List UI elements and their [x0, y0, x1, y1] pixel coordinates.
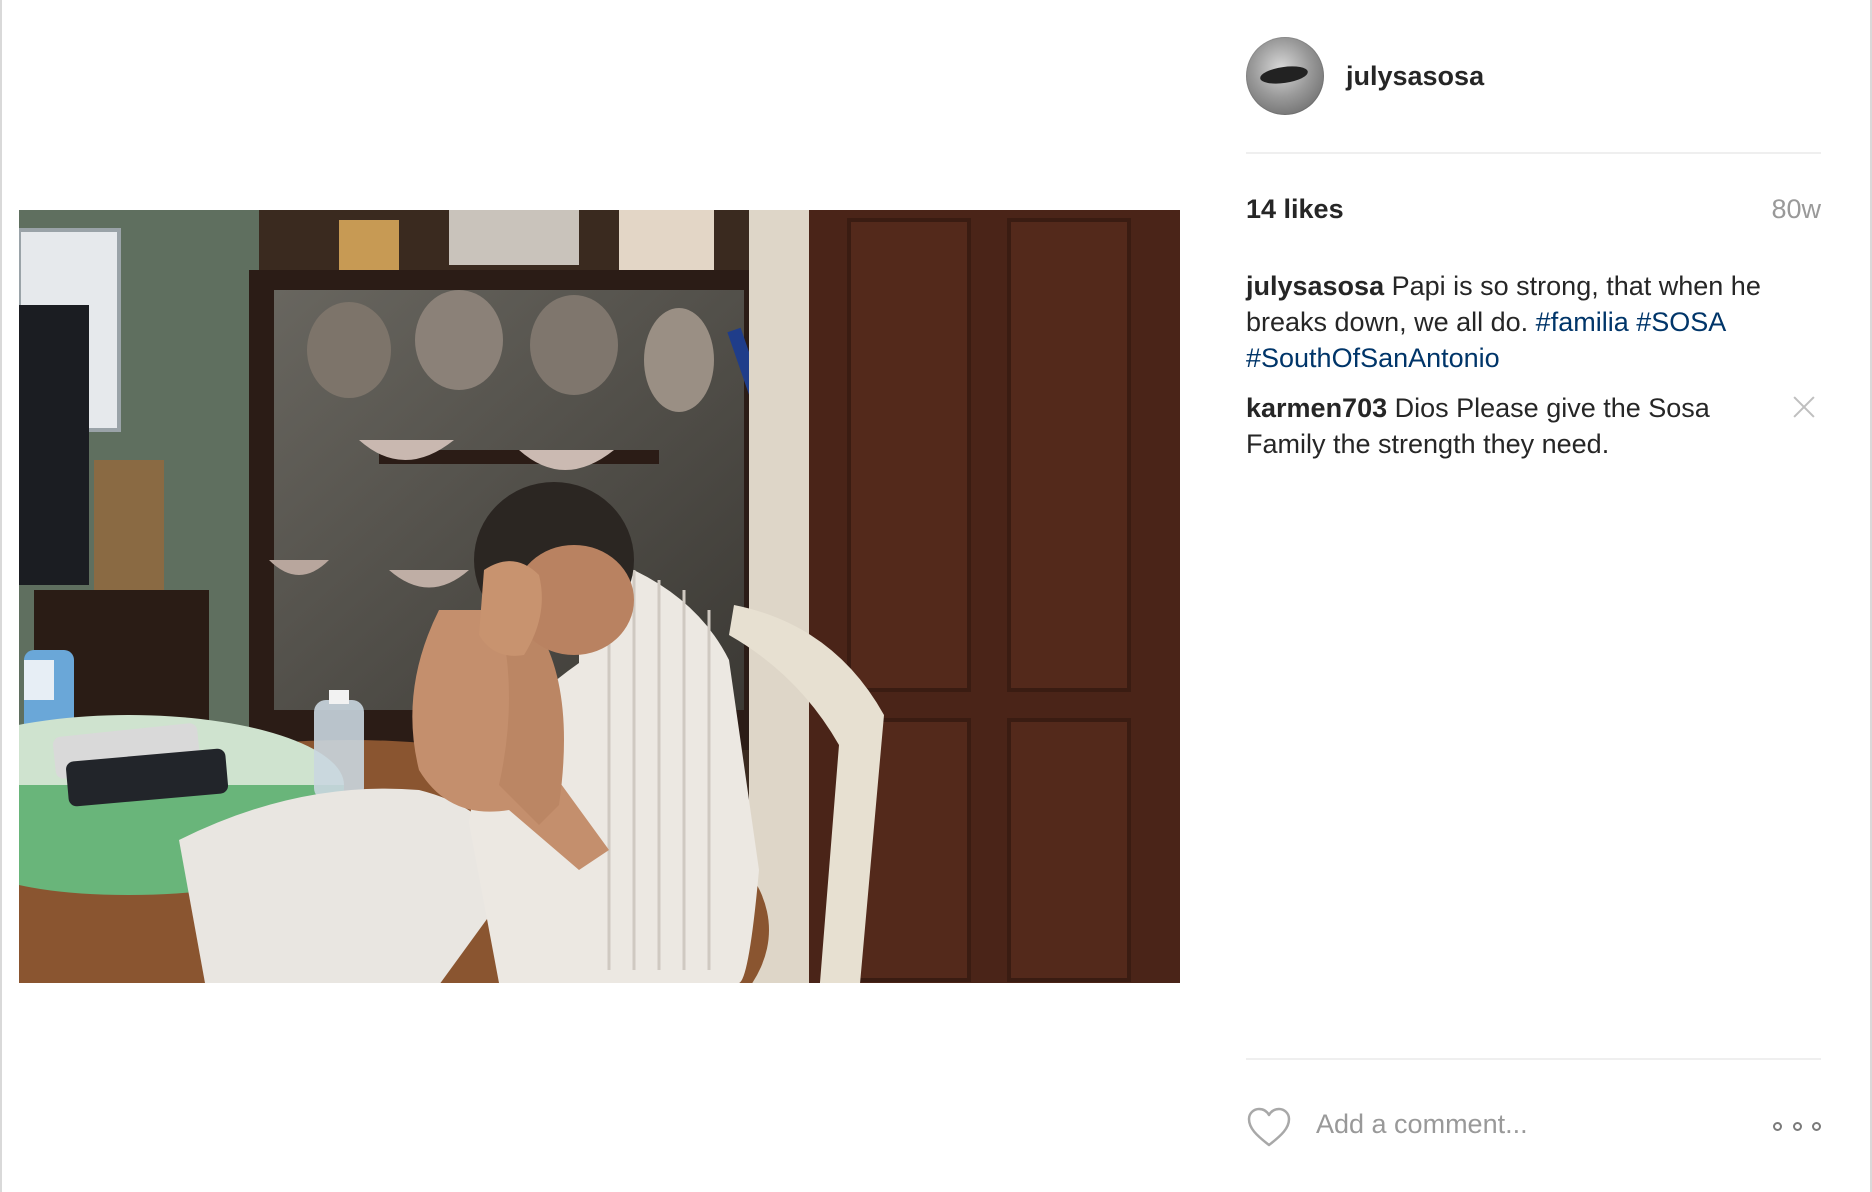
post-age: 80w — [1771, 194, 1821, 224]
avatar[interactable] — [1246, 37, 1324, 115]
hashtag-link[interactable]: #SouthOfSanAntonio — [1246, 343, 1500, 373]
footer-divider — [1246, 1058, 1821, 1060]
likes-count[interactable]: 14 likes — [1246, 194, 1344, 225]
comment-author[interactable]: julysasosa — [1246, 271, 1384, 301]
comments-list: julysasosa Papi is so strong, that when … — [1246, 268, 1821, 476]
page-left-border — [0, 0, 2, 1192]
hashtag-link[interactable]: #SOSA — [1636, 307, 1725, 337]
hashtag-link[interactable]: #familia — [1536, 307, 1629, 337]
delete-comment-close-icon[interactable] — [1791, 394, 1817, 420]
post-actions-footer — [1246, 1098, 1821, 1154]
like-heart-icon[interactable] — [1246, 1106, 1292, 1148]
post-details-panel: julysasosa 14 likes 80w julysasosa Papi … — [1246, 0, 1821, 1192]
more-options-icon[interactable] — [1773, 1116, 1821, 1136]
post-photo[interactable] — [19, 210, 1180, 983]
likes-row: 14 likes 80w — [1246, 190, 1821, 230]
post-header: julysasosa — [1246, 36, 1821, 116]
header-divider — [1246, 152, 1821, 154]
comment-item: karmen703 Dios Please give the Sosa Fami… — [1246, 390, 1821, 462]
caption-comment: julysasosa Papi is so strong, that when … — [1246, 268, 1821, 376]
post-author-username[interactable]: julysasosa — [1346, 61, 1484, 92]
add-comment-input[interactable] — [1316, 1104, 1736, 1144]
post-photo-illustration — [19, 210, 1180, 983]
comment-author[interactable]: karmen703 — [1246, 393, 1387, 423]
